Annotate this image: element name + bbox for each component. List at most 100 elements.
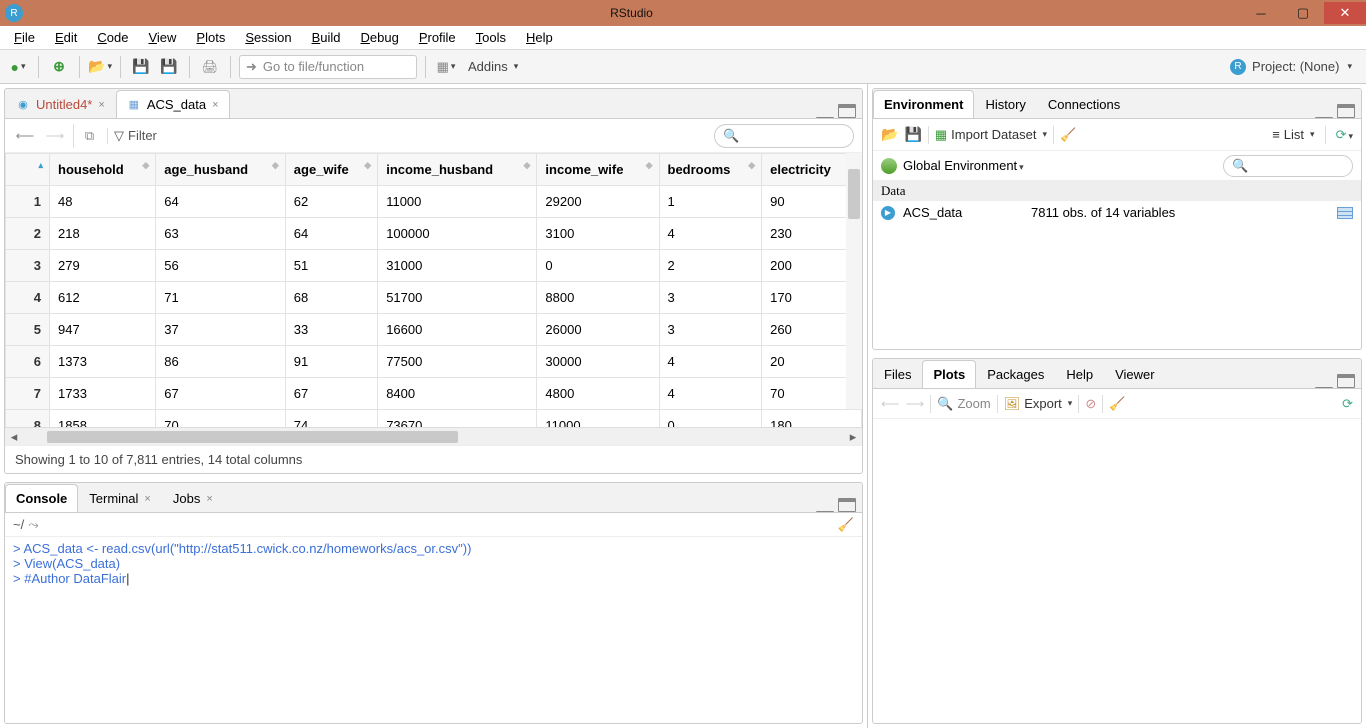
tab-packages[interactable]: Packages [976,360,1055,388]
column-header-age_husband[interactable]: age_husband◆ [156,154,286,186]
table-row[interactable]: 14864621100029200190 [6,186,862,218]
pane-minimize-button[interactable] [1315,374,1333,388]
filter-button[interactable]: ▽Filter [107,128,163,144]
grid-button[interactable]: ▦▾ [434,55,458,79]
pane-maximize-button[interactable] [838,498,856,512]
menu-view[interactable]: View [140,27,184,48]
menu-plots[interactable]: Plots [188,27,233,48]
refresh-plots-button[interactable]: ⟳ [1342,396,1353,412]
cell: 67 [156,378,286,410]
row-number-header[interactable]: ▴ [6,154,50,186]
pane-maximize-button[interactable] [1337,104,1355,118]
close-icon[interactable]: × [98,99,104,111]
tab-acs-data[interactable]: ▦ ACS_data × [116,90,230,118]
table-row[interactable]: 5947373316600260003260 [6,314,862,346]
close-icon[interactable]: × [212,99,218,111]
menu-debug[interactable]: Debug [353,27,407,48]
menu-build[interactable]: Build [304,27,349,48]
table-row[interactable]: 2218636410000031004230 [6,218,862,250]
vertical-scrollbar[interactable] [846,153,862,409]
menu-file[interactable]: File [6,27,43,48]
console-tabs: Console Terminal× Jobs× [5,483,862,513]
refresh-env-button[interactable]: ⟳▾ [1336,127,1353,143]
close-icon[interactable]: × [144,493,150,505]
pane-maximize-button[interactable] [838,104,856,118]
tab-plots[interactable]: Plots [922,360,976,388]
table-row[interactable]: 327956513100002200 [6,250,862,282]
plot-prev-button[interactable]: ⟵ [881,396,900,412]
goto-file-input[interactable]: ➜Go to file/function [239,55,417,79]
clear-plots-button[interactable]: 🧹 [1109,396,1125,412]
tab-viewer[interactable]: Viewer [1104,360,1166,388]
zoom-button[interactable]: 🔍Zoom [937,396,990,412]
popout-button[interactable]: ⧉ [73,124,97,148]
tab-terminal[interactable]: Terminal× [78,484,162,512]
pane-minimize-button[interactable] [816,104,834,118]
table-row[interactable]: 6137386917750030000420 [6,346,862,378]
open-file-button[interactable]: 📂▾ [88,55,112,79]
addins-dropdown[interactable]: Addins▾ [462,59,524,74]
export-button[interactable]: 🖼Export▾ [1004,396,1073,412]
print-button[interactable]: 🖨 [198,55,222,79]
column-header-household[interactable]: household◆ [50,154,156,186]
column-header-bedrooms[interactable]: bedrooms◆ [659,154,762,186]
expand-icon[interactable]: ▶ [881,206,895,220]
env-item-acs-data[interactable]: ▶ ACS_data 7811 obs. of 14 variables [873,201,1361,224]
cell: 279 [50,250,156,282]
maximize-button[interactable]: ▢ [1282,2,1324,24]
menu-edit[interactable]: Edit [47,27,85,48]
env-scope-selector[interactable]: Global Environment▾ [903,158,1024,173]
forward-button[interactable]: ⟶ [43,124,67,148]
tab-untitled4[interactable]: ◉ Untitled4* × [5,90,116,118]
row-number: 6 [6,346,50,378]
new-project-button[interactable]: ⊕ [47,55,71,79]
close-button[interactable]: ✕ [1324,2,1366,24]
table-row[interactable]: 461271685170088003170 [6,282,862,314]
horizontal-scrollbar[interactable]: ◂▸ [5,427,862,445]
back-button[interactable]: ⟵ [13,124,37,148]
data-search-input[interactable]: 🔍 [714,124,854,148]
clear-env-button[interactable]: 🧹 [1060,127,1076,143]
project-selector[interactable]: RProject: (None)▾ [1230,59,1360,75]
path-browse-icon[interactable]: ⤳ [28,517,38,533]
save-all-button[interactable]: 💾 [157,55,181,79]
column-header-income_wife[interactable]: income_wife◆ [537,154,659,186]
remove-plot-button[interactable]: ⊘ [1085,396,1096,412]
tab-environment[interactable]: Environment [873,90,974,118]
column-header-age_wife[interactable]: age_wife◆ [285,154,377,186]
save-button[interactable]: 💾 [129,55,153,79]
menu-profile[interactable]: Profile [411,27,464,48]
plots-toolbar: ⟵ ⟶ 🔍Zoom 🖼Export▾ ⊘ 🧹 ⟳ [873,389,1361,419]
menu-session[interactable]: Session [237,27,299,48]
pane-maximize-button[interactable] [1337,374,1355,388]
menu-help[interactable]: Help [518,27,561,48]
pane-minimize-button[interactable] [1315,104,1333,118]
view-data-icon[interactable] [1337,207,1353,219]
env-search-input[interactable]: 🔍 [1223,155,1353,177]
plot-next-button[interactable]: ⟶ [906,396,925,412]
console-output[interactable]: > ACS_data <- read.csv(url("http://stat5… [5,537,862,723]
new-file-button[interactable]: ●▾ [6,55,30,79]
save-workspace-button[interactable]: 💾 [904,126,921,143]
minimize-button[interactable]: ─ [1240,2,1282,24]
cell: 1858 [50,410,156,428]
menu-code[interactable]: Code [89,27,136,48]
env-view-mode[interactable]: ≡List▾ [1272,127,1314,142]
pane-minimize-button[interactable] [816,498,834,512]
table-row[interactable]: 71733676784004800470 [6,378,862,410]
tab-jobs[interactable]: Jobs× [162,484,224,512]
table-row[interactable]: 81858707473670110000180 [6,410,862,428]
load-workspace-button[interactable]: 📂 [881,126,898,143]
plots-tabs: Files Plots Packages Help Viewer [873,359,1361,389]
clear-console-button[interactable]: 🧹 [838,517,854,533]
tab-console[interactable]: Console [5,484,78,512]
tab-history[interactable]: History [974,90,1036,118]
close-icon[interactable]: × [206,493,212,505]
import-dataset-button[interactable]: ▦Import Dataset▾ [935,127,1047,143]
tab-connections[interactable]: Connections [1037,90,1131,118]
menu-tools[interactable]: Tools [468,27,514,48]
tab-files[interactable]: Files [873,360,922,388]
column-header-income_husband[interactable]: income_husband◆ [378,154,537,186]
tab-help[interactable]: Help [1055,360,1104,388]
export-icon: 🖼 [1004,396,1021,412]
